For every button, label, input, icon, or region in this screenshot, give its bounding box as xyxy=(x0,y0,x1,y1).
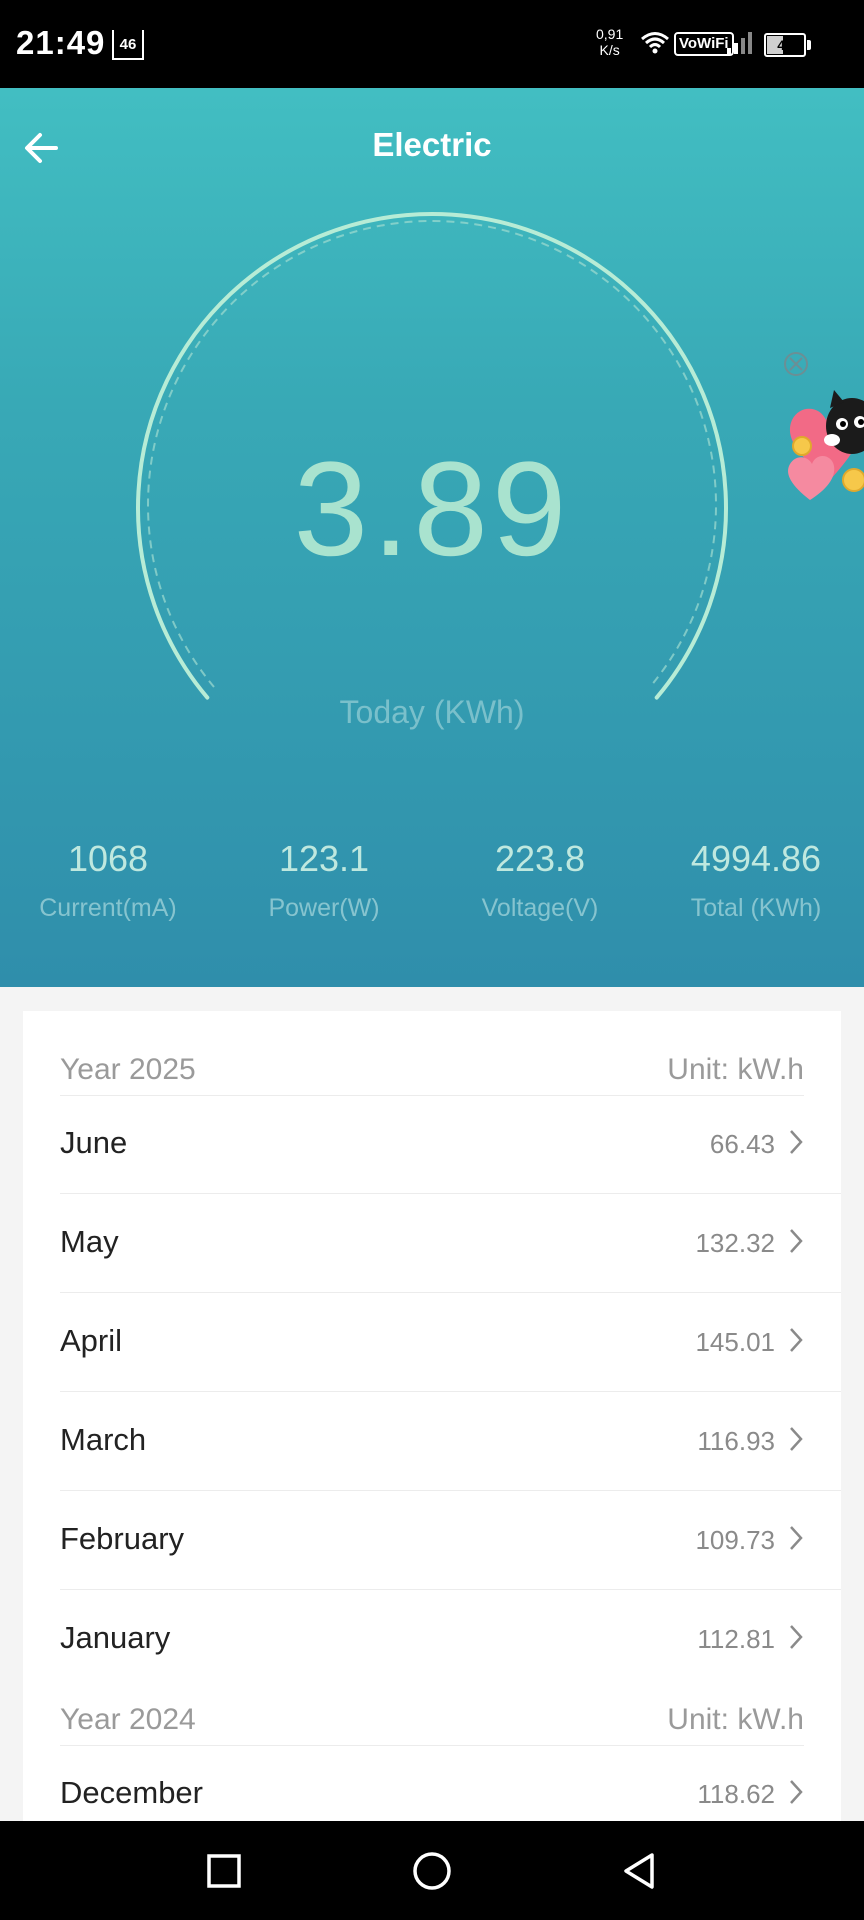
year-unit: Unit: kW.h xyxy=(667,1053,804,1086)
chevron-right-icon xyxy=(790,1780,803,1804)
chevron-right-icon xyxy=(790,1625,803,1649)
stat-value: 223.8 xyxy=(494,838,586,879)
chevron-right-icon xyxy=(790,1427,803,1451)
stat-voltage: 223.8 Voltage(V) xyxy=(432,838,648,923)
square-icon[interactable] xyxy=(202,1849,246,1893)
stat-label: Voltage(V) xyxy=(481,894,599,922)
month-name: April xyxy=(60,1323,123,1358)
month-name: December xyxy=(60,1775,203,1810)
vowifi-badge: VoWiFi xyxy=(674,32,734,56)
network-badge-icon: 46 xyxy=(112,30,144,60)
floating-sticker[interactable] xyxy=(770,340,864,510)
network-speed-unit: K/s xyxy=(599,42,620,58)
network-speed-value: 0,91 xyxy=(596,26,624,42)
stats-row: 1068 Current(mA) 123.1 Power(W) 223.8 Vo… xyxy=(0,838,864,948)
month-name: February xyxy=(60,1521,185,1556)
close-icon[interactable] xyxy=(784,352,808,376)
stat-label: Power(W) xyxy=(268,894,380,922)
chevron-right-icon xyxy=(790,1328,803,1352)
circle-icon[interactable] xyxy=(410,1849,454,1893)
stat-label: Total (KWh) xyxy=(690,894,822,922)
month-row-february[interactable]: February 109.73 xyxy=(60,1491,841,1590)
month-value: 116.93 xyxy=(697,1426,775,1456)
status-time: 21:49 xyxy=(16,24,106,61)
month-name: March xyxy=(60,1422,147,1457)
year-header: Year 2024 Unit: kW.h xyxy=(60,1661,804,1746)
chevron-right-icon xyxy=(790,1526,803,1550)
month-value: 66.43 xyxy=(709,1129,775,1159)
year-header: Year 2025 Unit: kW.h xyxy=(60,1011,804,1096)
triangle-back-icon[interactable] xyxy=(618,1849,662,1893)
month-row-may[interactable]: May 132.32 xyxy=(60,1194,841,1293)
month-row-april[interactable]: April 145.01 xyxy=(60,1293,841,1392)
year-title: Year 2024 xyxy=(60,1703,196,1736)
battery-icon: 42 xyxy=(764,33,811,57)
monthly-history-card: Year 2025 Unit: kW.h June 66.43 May 132.… xyxy=(23,1011,841,1821)
stat-value: 123.1 xyxy=(278,838,370,879)
month-value: 109.73 xyxy=(695,1525,775,1555)
stat-current: 1068 Current(mA) xyxy=(0,838,216,923)
stat-total: 4994.86 Total (KWh) xyxy=(648,838,864,923)
month-value: 145.01 xyxy=(695,1327,775,1357)
energy-summary-panel: Electric 3.89 Today (KWh) 1068 Current(m… xyxy=(0,88,864,987)
year-unit: Unit: kW.h xyxy=(667,1703,804,1736)
month-row-december[interactable]: December 118.62 xyxy=(60,1745,841,1821)
chevron-right-icon xyxy=(790,1130,803,1154)
month-row-march[interactable]: March 116.93 xyxy=(60,1392,841,1491)
battery-level: 42 xyxy=(777,37,793,53)
stat-value: 1068 xyxy=(67,838,149,879)
month-value: 112.81 xyxy=(697,1624,775,1654)
month-value: 118.62 xyxy=(697,1779,775,1809)
today-energy-label: Today (KWh) xyxy=(339,694,525,730)
month-name: May xyxy=(60,1224,119,1259)
month-row-june[interactable]: June 66.43 xyxy=(60,1095,841,1194)
stat-power: 123.1 Power(W) xyxy=(216,838,432,923)
month-name: January xyxy=(60,1620,171,1655)
month-value: 132.32 xyxy=(695,1228,775,1258)
cat-icon xyxy=(824,390,864,454)
page-title: Electric xyxy=(372,126,492,163)
network-speed: 0,91 K/s xyxy=(596,26,623,58)
system-nav-bar xyxy=(0,1821,864,1920)
year-title: Year 2025 xyxy=(60,1053,196,1086)
month-name: June xyxy=(60,1125,128,1160)
stat-value: 4994.86 xyxy=(690,838,822,879)
signal-icon xyxy=(727,32,752,54)
status-bar: 21:49 46 0,91 K/s VoWiFi 42 xyxy=(0,0,864,88)
stat-label: Current(mA) xyxy=(39,894,177,922)
wifi-icon xyxy=(641,32,669,54)
chevron-right-icon xyxy=(790,1229,803,1253)
today-energy-value: 3.89 xyxy=(293,435,571,584)
